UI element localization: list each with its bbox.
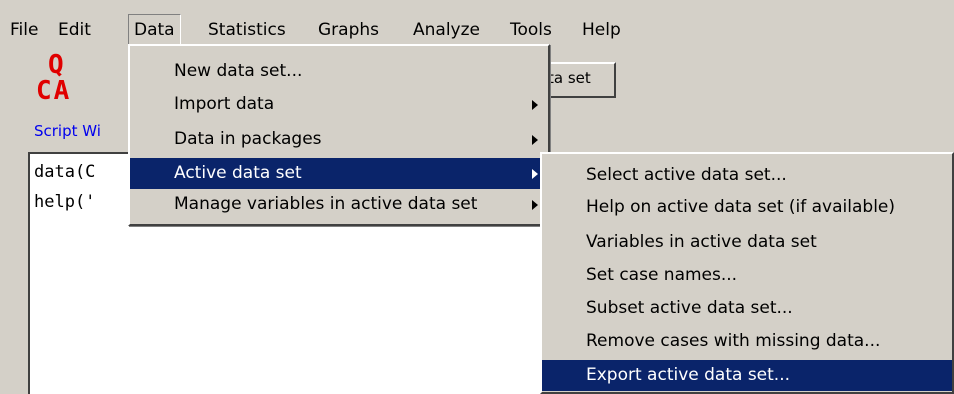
menu-item-label: New data set... (174, 61, 303, 81)
menu-item-select-active-data-set[interactable]: Select active data set... (542, 160, 952, 191)
menu-item-active-data-set[interactable]: Active data set (130, 158, 548, 189)
submenu-arrow-icon (532, 135, 538, 145)
script-line: data(C (34, 162, 96, 182)
active-data-set-submenu: Select active data set... Help on active… (540, 152, 954, 394)
menu-item-subset-active-data-set[interactable]: Subset active data set... (542, 293, 952, 324)
menu-item-remove-cases-with-missing-data[interactable]: Remove cases with missing data... (542, 326, 952, 357)
logo-ca: CA (36, 76, 72, 106)
menu-item-label: Data in packages (174, 129, 322, 149)
menu-edit[interactable]: Edit (58, 16, 91, 44)
script-line: help(' (34, 192, 96, 212)
active-data-set-button[interactable]: ta set (540, 62, 616, 98)
menu-item-help-on-active-data-set[interactable]: Help on active data set (if available) (542, 192, 952, 223)
menu-item-import-data[interactable]: Import data (130, 89, 548, 120)
menu-data[interactable]: Data (128, 14, 181, 46)
menu-item-label: Active data set (174, 163, 302, 183)
menu-item-label: Export active data set... (586, 365, 791, 385)
menu-tools[interactable]: Tools (510, 16, 552, 44)
menu-bar: File Edit Data Statistics Graphs Analyze… (0, 0, 954, 46)
menu-item-label: Remove cases with missing data... (586, 331, 881, 351)
menu-item-variables-in-active-data-set[interactable]: Variables in active data set (542, 227, 952, 258)
submenu-arrow-icon (532, 169, 538, 179)
menu-file[interactable]: File (10, 16, 38, 44)
submenu-arrow-icon (532, 100, 538, 110)
menu-graphs[interactable]: Graphs (318, 16, 379, 44)
menu-item-label: Manage variables in active data set (174, 194, 478, 214)
menu-item-export-active-data-set[interactable]: Export active data set... (542, 360, 952, 391)
menu-help[interactable]: Help (582, 16, 621, 44)
menu-item-label: Select active data set... (586, 165, 787, 185)
logo-q: Q (48, 50, 64, 80)
menu-item-new-data-set[interactable]: New data set... (130, 56, 548, 87)
menu-statistics[interactable]: Statistics (208, 16, 286, 44)
menu-item-label: Variables in active data set (586, 232, 817, 252)
menu-item-data-in-packages[interactable]: Data in packages (130, 124, 548, 155)
script-window-label[interactable]: Script Wi (34, 122, 101, 140)
data-menu: New data set... Import data Data in pack… (128, 44, 550, 226)
menu-analyze[interactable]: Analyze (413, 16, 480, 44)
menu-item-label: Help on active data set (if available) (586, 197, 896, 217)
menu-item-label: Import data (174, 94, 275, 114)
submenu-arrow-icon (532, 200, 538, 210)
menu-item-label: Set case names... (586, 265, 738, 285)
menu-item-label: Subset active data set... (586, 298, 793, 318)
menu-item-set-case-names[interactable]: Set case names... (542, 260, 952, 291)
menu-item-manage-variables[interactable]: Manage variables in active data set (130, 189, 548, 220)
